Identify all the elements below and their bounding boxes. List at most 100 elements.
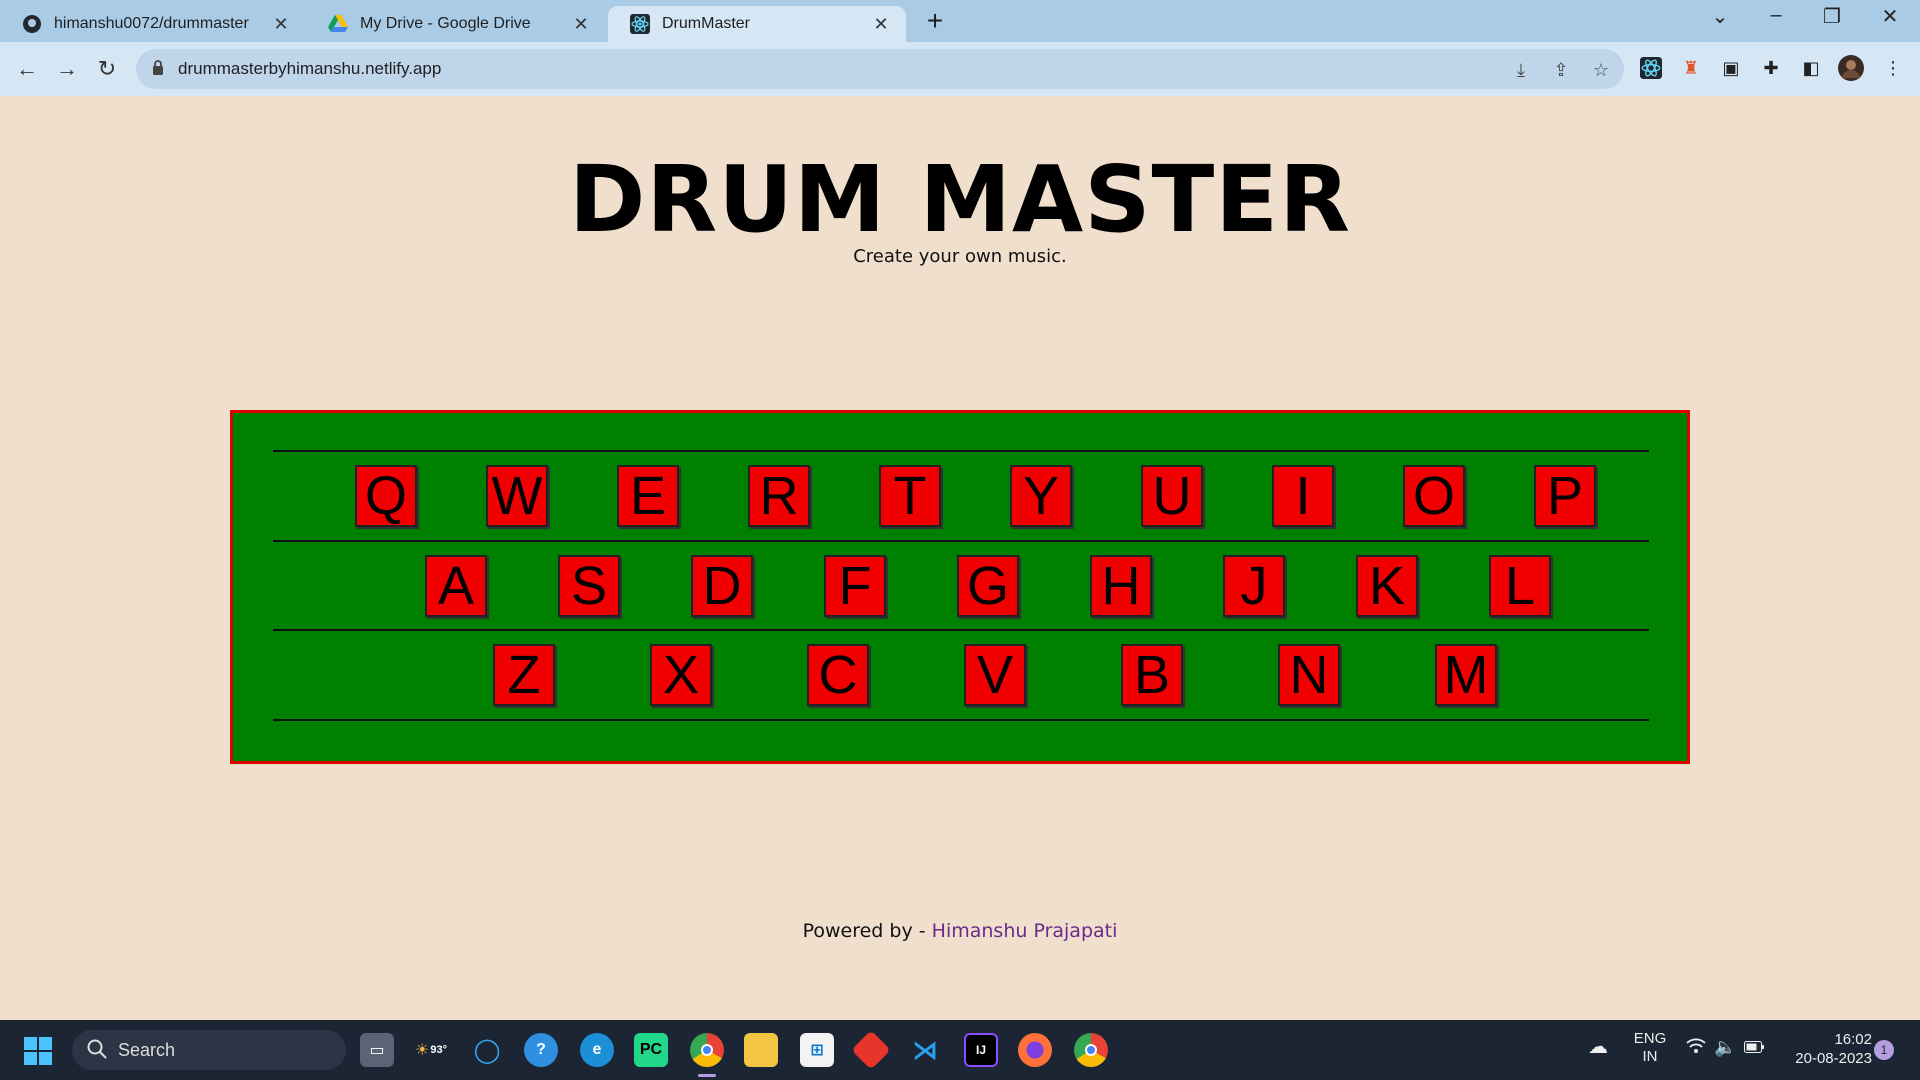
close-icon[interactable]: ✕ [870,14,892,35]
picture-in-picture-icon[interactable]: ▣ [1718,55,1744,81]
active-app-indicator [698,1074,716,1077]
browser-tab-bar: himanshu0072/drummaster ✕ My Drive - Goo… [0,0,1920,42]
drum-key-d[interactable]: D [691,555,753,617]
language-indicator[interactable]: ENG IN [1630,1030,1670,1066]
intellij-icon[interactable]: IJ [964,1033,998,1067]
pycharm-icon[interactable]: PC [634,1033,668,1067]
share-icon[interactable]: ⇪ [1550,59,1572,81]
drum-board: Q W E R T Y U I O P A S D F G H J K L Z X C V B N M [230,410,1690,764]
vscode-icon[interactable]: ⋊ [908,1033,942,1067]
drum-key-v[interactable]: V [964,644,1026,706]
system-clock[interactable]: 16:02 20-08-2023 [1780,1030,1872,1068]
drum-key-i[interactable]: I [1272,465,1334,527]
taskbar-search[interactable]: Search [72,1030,346,1070]
drum-key-z[interactable]: Z [493,644,555,706]
drum-key-a[interactable]: A [425,555,487,617]
page-title: DRUM MASTER [569,146,1351,253]
windows-start-icon[interactable] [24,1037,52,1065]
row-divider [273,719,1649,721]
menu-kebab-icon[interactable]: ⋮ [1880,55,1906,81]
url-text: drummasterbyhimanshu.netlify.app [178,59,442,78]
lock-icon [152,60,164,81]
reload-button[interactable]: ↻ [92,54,122,84]
drum-key-f[interactable]: F [824,555,886,617]
drum-key-m[interactable]: M [1435,644,1497,706]
drum-key-b[interactable]: B [1121,644,1183,706]
extensions-puzzle-icon[interactable]: ✚ [1758,55,1784,81]
drum-key-s[interactable]: S [558,555,620,617]
weather-icon[interactable]: ☀ 93° [414,1033,448,1067]
react-devtools-extension-icon[interactable] [1638,55,1664,81]
install-app-icon[interactable]: ⤓ [1510,59,1532,81]
language-code: ENG [1633,1030,1667,1047]
forward-button[interactable]: → [52,54,82,84]
onedrive-icon[interactable]: ☁ [1588,1037,1608,1057]
close-icon[interactable]: ✕ [270,14,292,35]
close-icon[interactable]: ✕ [570,14,592,35]
firefox-icon[interactable] [1018,1033,1052,1067]
drum-key-g[interactable]: G [957,555,1019,617]
microsoft-store-icon[interactable]: ⊞ [800,1033,834,1067]
tab-github[interactable]: himanshu0072/drummaster ✕ [0,6,306,42]
volume-icon[interactable]: 🔈 [1714,1038,1736,1056]
search-label: Search [118,1040,176,1060]
back-button[interactable]: ← [12,54,42,84]
tab-drummaster[interactable]: DrumMaster ✕ [608,6,906,42]
page-subtitle: Create your own music. [853,246,1067,267]
drum-key-w[interactable]: W [486,465,548,527]
drum-key-o[interactable]: O [1403,465,1465,527]
task-view-icon[interactable]: ▭ [360,1033,394,1067]
restore-button[interactable]: ❐ [1812,4,1852,29]
drum-key-h[interactable]: H [1090,555,1152,617]
new-tab-button[interactable]: + [920,7,950,35]
profile-avatar[interactable] [1838,55,1864,81]
drum-key-n[interactable]: N [1278,644,1340,706]
chrome-icon[interactable] [690,1033,724,1067]
chrome-profile-icon[interactable] [1074,1033,1108,1067]
drum-key-x[interactable]: X [650,644,712,706]
page-content: DRUM MASTER Create your own music. Q W E R T… [0,96,1920,1020]
minimize-button[interactable]: – [1756,4,1796,27]
file-explorer-icon[interactable] [744,1033,778,1067]
notification-badge[interactable]: 1 [1874,1040,1894,1060]
search-icon [86,1038,108,1065]
drum-key-r[interactable]: R [748,465,810,527]
help-icon[interactable]: ? [524,1033,558,1067]
tab-google-drive[interactable]: My Drive - Google Drive ✕ [306,6,606,42]
close-window-button[interactable]: ✕ [1870,4,1910,29]
tab-search-chevron-icon[interactable]: ⌄ [1700,4,1740,29]
drum-key-u[interactable]: U [1141,465,1203,527]
drum-key-c[interactable]: C [807,644,869,706]
row-divider [273,540,1649,542]
drum-key-y[interactable]: Y [1010,465,1072,527]
google-drive-icon [328,14,348,34]
browser-toolbar: ← → ↻ drummasterbyhimanshu.netlify.app ⤓… [0,42,1920,96]
drum-key-q[interactable]: Q [355,465,417,527]
footer-prefix: Powered by - [802,920,926,942]
drum-key-p[interactable]: P [1534,465,1596,527]
react-icon [630,14,650,34]
address-bar[interactable]: drummasterbyhimanshu.netlify.app ⤓ ⇪ ☆ [136,49,1624,89]
wifi-icon[interactable] [1686,1038,1706,1057]
clock-date: 20-08-2023 [1795,1050,1872,1067]
drum-key-e[interactable]: E [617,465,679,527]
region-code: IN [1642,1048,1658,1065]
drum-key-k[interactable]: K [1356,555,1418,617]
weather-temp: 93° [430,1044,447,1056]
row-divider [273,450,1649,452]
cortana-icon[interactable]: ◯ [470,1033,504,1067]
extension-orange-icon[interactable]: ♜ [1678,55,1704,81]
drum-key-j[interactable]: J [1223,555,1285,617]
drum-key-l[interactable]: L [1489,555,1551,617]
tab-title: DrumMaster [662,15,751,32]
edge-icon[interactable]: e [580,1033,614,1067]
battery-icon[interactable] [1744,1040,1764,1058]
author-link[interactable]: Himanshu Prajapati [932,920,1118,942]
footer: Powered by - Himanshu Prajapati [0,920,1920,942]
side-panel-icon[interactable]: ◧ [1798,55,1824,81]
git-icon[interactable] [851,1030,891,1070]
github-icon [22,14,42,34]
tab-title: himanshu0072/drummaster [54,15,249,32]
bookmark-star-icon[interactable]: ☆ [1590,59,1612,81]
drum-key-t[interactable]: T [879,465,941,527]
